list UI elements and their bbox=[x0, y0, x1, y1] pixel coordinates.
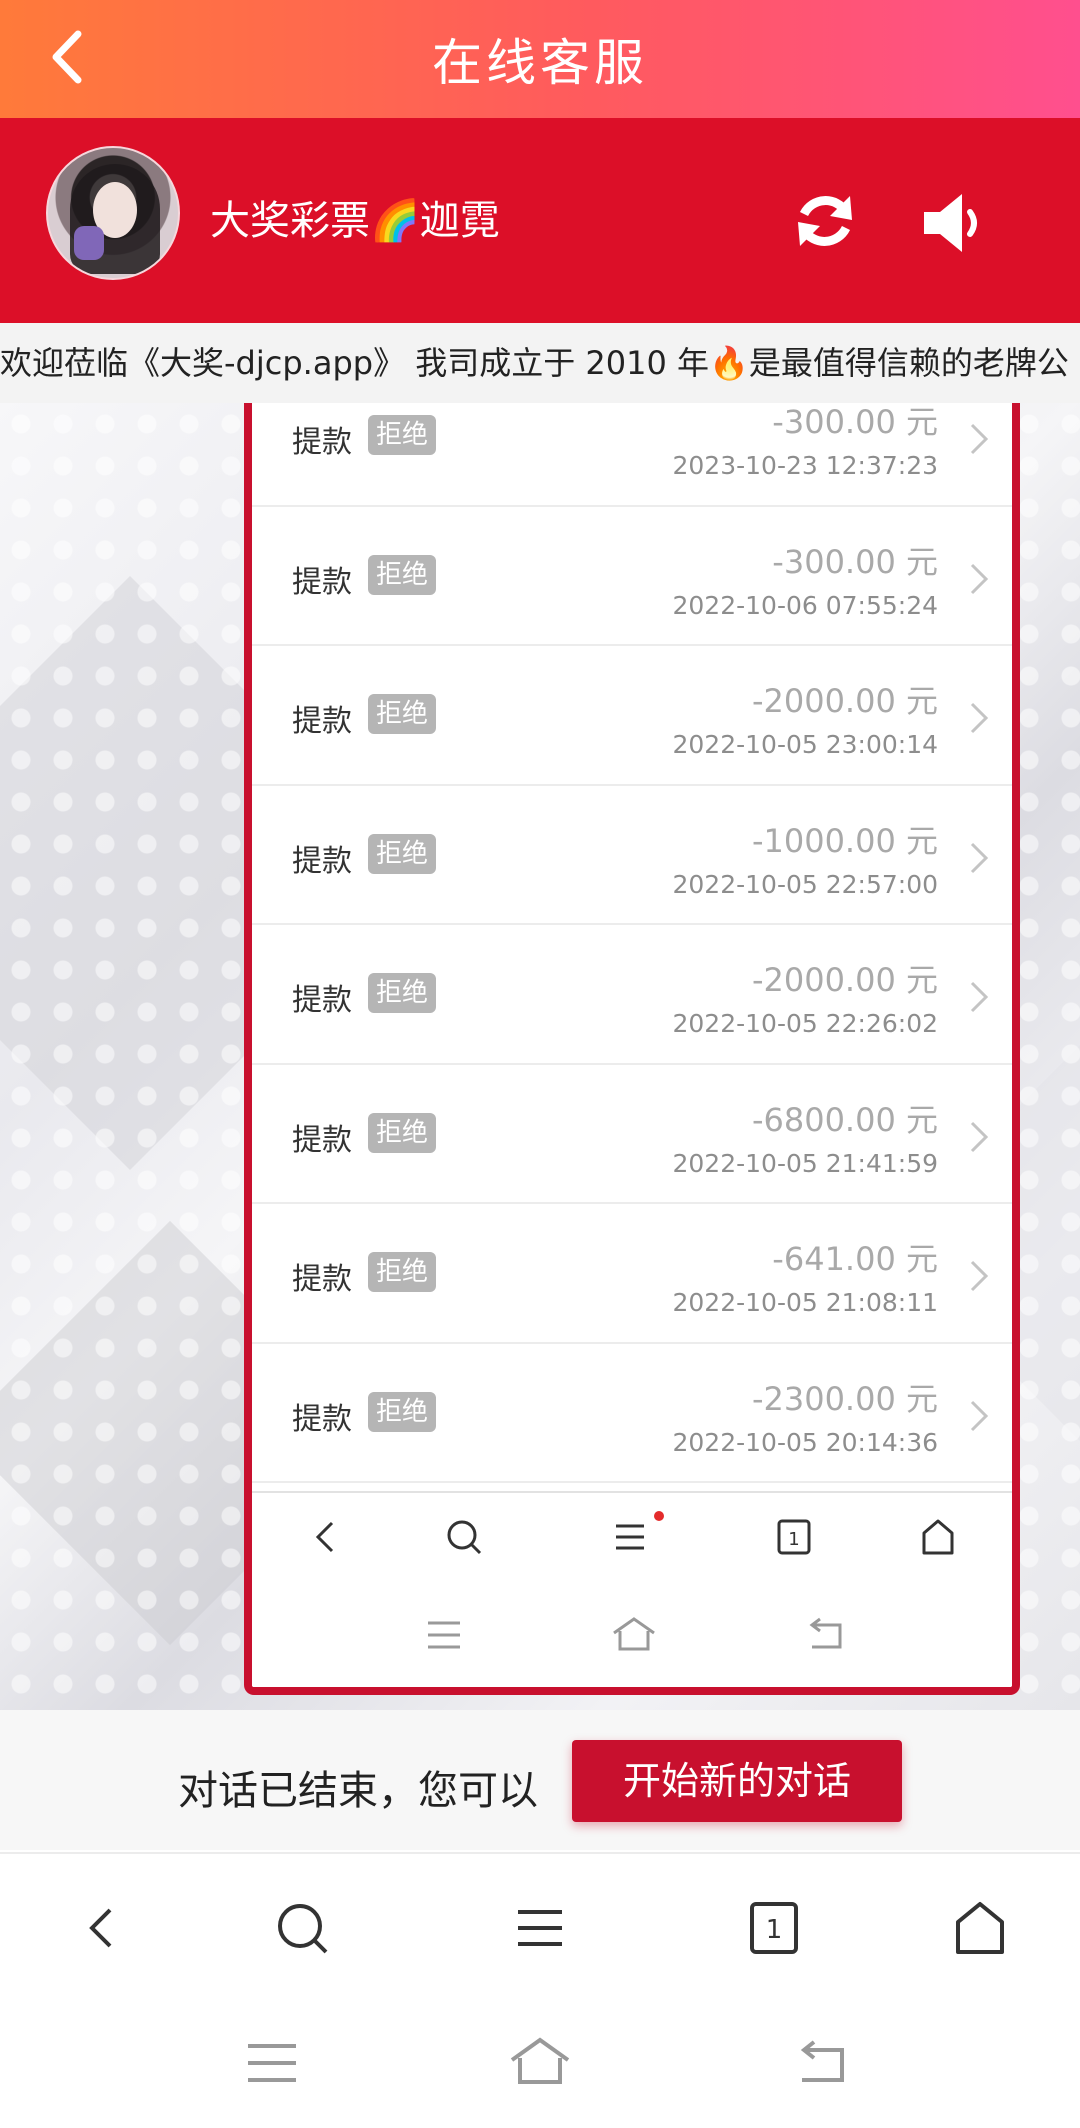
record-amount: -1000.00 元 bbox=[751, 821, 938, 860]
notification-dot bbox=[654, 1511, 664, 1521]
search-icon bbox=[447, 1520, 482, 1555]
record-time: 2023-10-23 12:37:23 bbox=[672, 451, 938, 480]
conversation-ended-text: 对话已结束，您可以 bbox=[178, 1768, 538, 1814]
list-item[interactable]: 提款 拒绝 -2000.00 元 2022-10-05 23:00:14 bbox=[252, 646, 1012, 786]
system-nav-bar bbox=[0, 2002, 1080, 2128]
marquee-text: 欢迎莅临《大奖-djcp.app》 我司成立于 2010 年🔥是最值得信赖的老牌… bbox=[0, 344, 1069, 382]
conversation-ended-bar: 对话已结束，您可以 开始新的对话 bbox=[0, 1710, 1080, 1850]
record-type: 提款 bbox=[292, 1122, 352, 1158]
record-amount: -641.00 元 bbox=[772, 1240, 938, 1278]
home-icon[interactable] bbox=[510, 2036, 570, 2090]
chevron-right-icon bbox=[970, 842, 989, 873]
agent-name: 大奖彩票🌈迦霓 bbox=[210, 198, 500, 244]
speaker-icon[interactable] bbox=[920, 190, 990, 256]
menu-icon bbox=[616, 1524, 644, 1550]
record-type: 提款 bbox=[292, 1262, 352, 1297]
chevron-right-icon bbox=[970, 702, 989, 734]
record-time: 2022-10-05 22:26:02 bbox=[672, 1009, 938, 1038]
status-badge: 拒绝 bbox=[368, 694, 437, 734]
record-amount: -6800.00 元 bbox=[751, 1100, 938, 1139]
list-item[interactable]: 提款 拒绝 -2000.00 元 2022-10-05 22:26:02 bbox=[252, 925, 1012, 1065]
tab-count: 1 bbox=[766, 1915, 783, 1945]
home-icon bbox=[922, 1519, 954, 1555]
chevron-right-icon bbox=[970, 1121, 989, 1152]
record-type: 提款 bbox=[292, 425, 352, 460]
return-icon bbox=[809, 1617, 842, 1649]
record-type: 提款 bbox=[292, 843, 352, 879]
back-arrow-icon[interactable] bbox=[40, 22, 96, 92]
chevron-right-icon bbox=[970, 563, 989, 594]
withdrawal-list: 提款 拒绝 -300.00 元 2023-10-23 12:37:23 提款 拒… bbox=[252, 403, 1012, 1483]
status-badge: 拒绝 bbox=[368, 833, 437, 874]
record-amount: -2300.00 元 bbox=[751, 1379, 938, 1418]
chevron-right-icon bbox=[970, 1400, 989, 1431]
search-icon[interactable] bbox=[272, 1898, 332, 1958]
list-item[interactable]: 提款 拒绝 -6800.00 元 2022-10-05 21:41:59 bbox=[252, 1064, 1012, 1204]
list-item[interactable]: 提款 拒绝 -1000.00 元 2022-10-05 22:57:00 bbox=[252, 785, 1012, 925]
top-bar: 在线客服 bbox=[0, 0, 1080, 118]
status-badge: 拒绝 bbox=[368, 1252, 437, 1292]
list-item[interactable]: 提款 拒绝 -641.00 元 2022-10-05 21:08:11 bbox=[252, 1204, 1012, 1344]
status-badge: 拒绝 bbox=[368, 1391, 437, 1432]
chevron-right-icon bbox=[970, 981, 989, 1013]
recent-apps-icon[interactable] bbox=[242, 2036, 302, 2090]
tabs-icon: 1 bbox=[777, 1519, 811, 1555]
menu-icon[interactable] bbox=[510, 1898, 570, 1958]
start-new-chat-button[interactable]: 开始新的对话 bbox=[572, 1740, 902, 1822]
record-type: 提款 bbox=[292, 1401, 352, 1437]
record-time: 2022-10-05 21:08:11 bbox=[672, 1288, 938, 1317]
screenshot-browser-nav: 1 bbox=[252, 1491, 1012, 1581]
record-time: 2022-10-06 07:55:24 bbox=[672, 590, 938, 620]
record-amount: -300.00 元 bbox=[772, 542, 938, 581]
browser-bottom-nav: 1 bbox=[0, 1852, 1080, 2002]
home-icon[interactable] bbox=[950, 1898, 1010, 1958]
record-amount: -2000.00 元 bbox=[751, 682, 938, 720]
status-badge: 拒绝 bbox=[368, 415, 437, 455]
chevron-right-icon bbox=[970, 423, 989, 455]
refresh-icon[interactable] bbox=[794, 190, 856, 252]
record-time: 2022-10-05 23:00:14 bbox=[672, 730, 938, 759]
record-amount: -2000.00 元 bbox=[751, 961, 938, 999]
list-item[interactable]: 提款 拒绝 -2300.00 元 2022-10-05 20:14:36 bbox=[252, 1343, 1012, 1483]
status-badge: 拒绝 bbox=[368, 973, 437, 1013]
record-type: 提款 bbox=[292, 983, 352, 1018]
status-badge: 拒绝 bbox=[368, 1112, 437, 1153]
record-amount: -300.00 元 bbox=[772, 403, 938, 441]
record-time: 2022-10-05 22:57:00 bbox=[672, 869, 938, 899]
record-time: 2022-10-05 20:14:36 bbox=[672, 1427, 938, 1457]
screenshot-system-nav bbox=[252, 1583, 1012, 1687]
tab-count: 1 bbox=[788, 1529, 799, 1550]
avatar bbox=[46, 146, 180, 280]
record-type: 提款 bbox=[292, 704, 352, 739]
screenshot-message[interactable]: 提款 拒绝 -300.00 元 2023-10-23 12:37:23 提款 拒… bbox=[244, 403, 1020, 1695]
chat-page: 在线客服 大奖彩票🌈迦霓 欢迎莅临《大奖-djcp.app》 我司成立于 201… bbox=[0, 0, 1080, 2128]
record-time: 2022-10-05 21:41:59 bbox=[672, 1148, 938, 1178]
list-item[interactable]: 提款 拒绝 -300.00 元 2023-10-23 12:37:23 bbox=[252, 403, 1012, 507]
page-title: 在线客服 bbox=[432, 34, 648, 92]
tabs-icon[interactable]: 1 bbox=[744, 1898, 804, 1958]
status-badge: 拒绝 bbox=[368, 554, 437, 595]
chevron-right-icon bbox=[970, 1260, 989, 1292]
back-arrow-icon[interactable] bbox=[72, 1898, 132, 1958]
return-icon[interactable] bbox=[792, 2036, 852, 2090]
recent-apps-icon bbox=[428, 1621, 460, 1649]
list-item[interactable]: 提款 拒绝 -300.00 元 2022-10-06 07:55:24 bbox=[252, 506, 1012, 646]
record-type: 提款 bbox=[292, 564, 352, 600]
announcement-marquee: 欢迎莅临《大奖-djcp.app》 我司成立于 2010 年🔥是最值得信赖的老牌… bbox=[0, 323, 1080, 403]
home-icon bbox=[613, 1617, 655, 1651]
back-arrow-icon bbox=[315, 1521, 334, 1553]
agent-header: 大奖彩票🌈迦霓 bbox=[0, 118, 1080, 323]
